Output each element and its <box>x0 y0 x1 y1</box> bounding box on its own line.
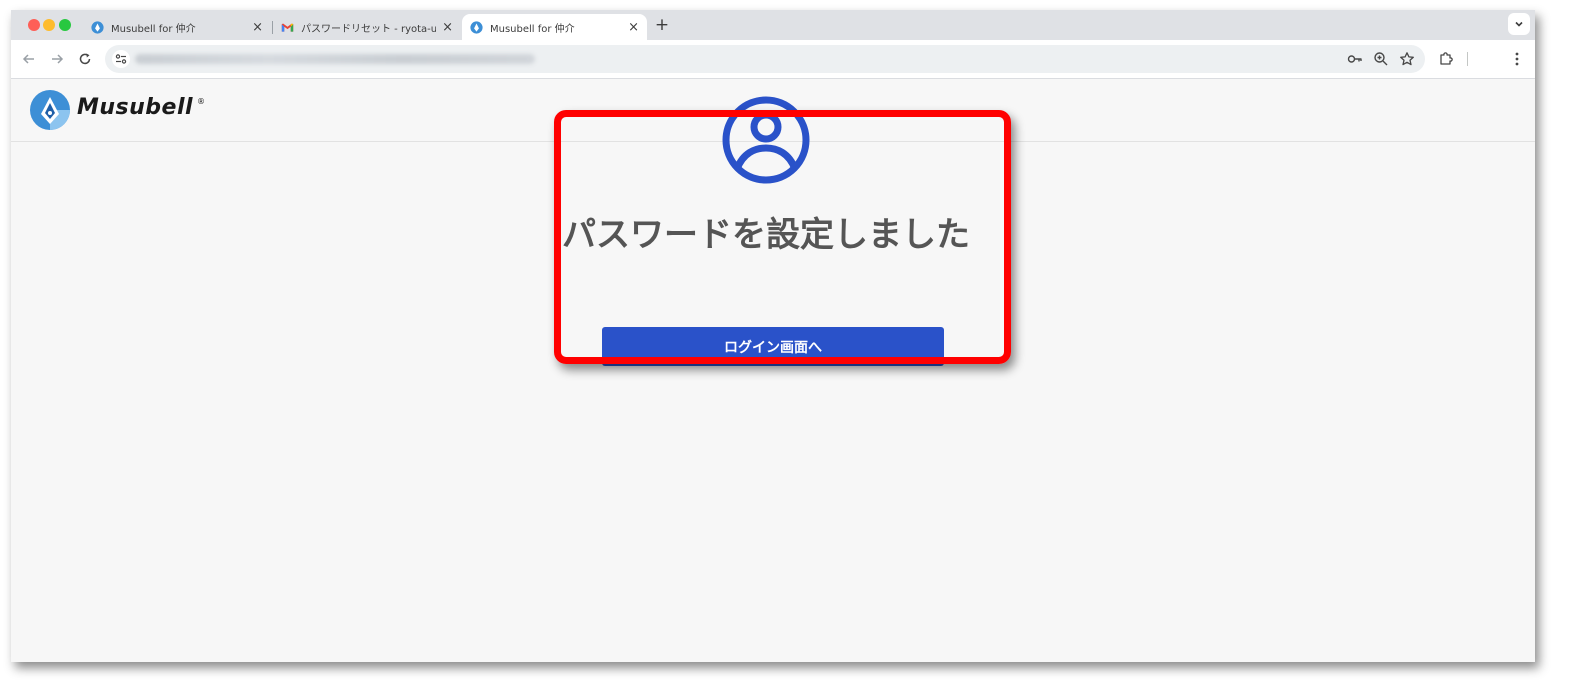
tab-title: Musubell for 仲介 <box>490 23 575 35</box>
key-icon <box>1347 55 1362 63</box>
tab-close-icon[interactable]: × <box>252 21 263 34</box>
tune-icon <box>115 54 127 64</box>
tab-close-icon[interactable]: × <box>442 21 453 34</box>
more-vertical-icon <box>1515 52 1519 66</box>
highlight-annotation <box>554 110 1011 364</box>
minimize-window-button[interactable] <box>43 19 55 31</box>
musubell-logo-icon <box>30 90 70 130</box>
puzzle-icon <box>1440 52 1453 65</box>
tab-musubell-active[interactable]: Musubell for 仲介 × <box>462 14 647 40</box>
browser-toolbar <box>11 40 1535 79</box>
extensions-button[interactable] <box>1437 50 1455 68</box>
tab-musubell-1[interactable]: Musubell for 仲介 × <box>83 14 271 40</box>
address-bar[interactable] <box>105 45 1425 73</box>
tab-title: Musubell for 仲介 <box>111 23 196 35</box>
zoom-button[interactable] <box>1373 51 1389 67</box>
url-text-blurred <box>135 54 535 64</box>
musubell-icon <box>470 20 483 34</box>
close-window-button[interactable] <box>28 19 40 31</box>
bookmark-button[interactable] <box>1399 51 1415 67</box>
chevron-down-icon <box>1515 21 1523 27</box>
page-content: Musubell ® パスワードを設定しました ログイン画面へ <box>11 79 1535 662</box>
tab-strip: Musubell for 仲介 × パスワードリセット - ryota-ujih… <box>11 10 1535 40</box>
maximize-window-button[interactable] <box>59 19 71 31</box>
new-tab-button[interactable]: + <box>652 15 672 35</box>
reload-button[interactable] <box>75 49 95 69</box>
tab-title: パスワードリセット - ryota-ujih <box>301 23 437 35</box>
brand-name: Musubell <box>77 95 194 120</box>
forward-button[interactable] <box>47 49 67 69</box>
toolbar-divider <box>1467 52 1468 66</box>
browser-window: Musubell for 仲介 × パスワードリセット - ryota-ujih… <box>11 10 1535 662</box>
musubell-icon <box>91 20 104 34</box>
tab-close-icon[interactable]: × <box>628 21 639 34</box>
gmail-icon <box>281 22 294 32</box>
reload-icon <box>79 53 91 65</box>
back-button[interactable] <box>19 49 39 69</box>
tab-password-reset[interactable]: パスワードリセット - ryota-ujih × <box>273 14 461 40</box>
site-info-button[interactable] <box>112 50 130 68</box>
arrow-left-icon <box>22 54 34 64</box>
zoom-in-icon <box>1374 52 1388 66</box>
password-key-button[interactable] <box>1347 51 1363 67</box>
tab-search-button[interactable] <box>1508 13 1530 35</box>
browser-menu-button[interactable] <box>1508 50 1526 68</box>
arrow-right-icon <box>52 54 64 64</box>
star-icon <box>1400 52 1414 66</box>
registered-mark: ® <box>197 97 205 106</box>
